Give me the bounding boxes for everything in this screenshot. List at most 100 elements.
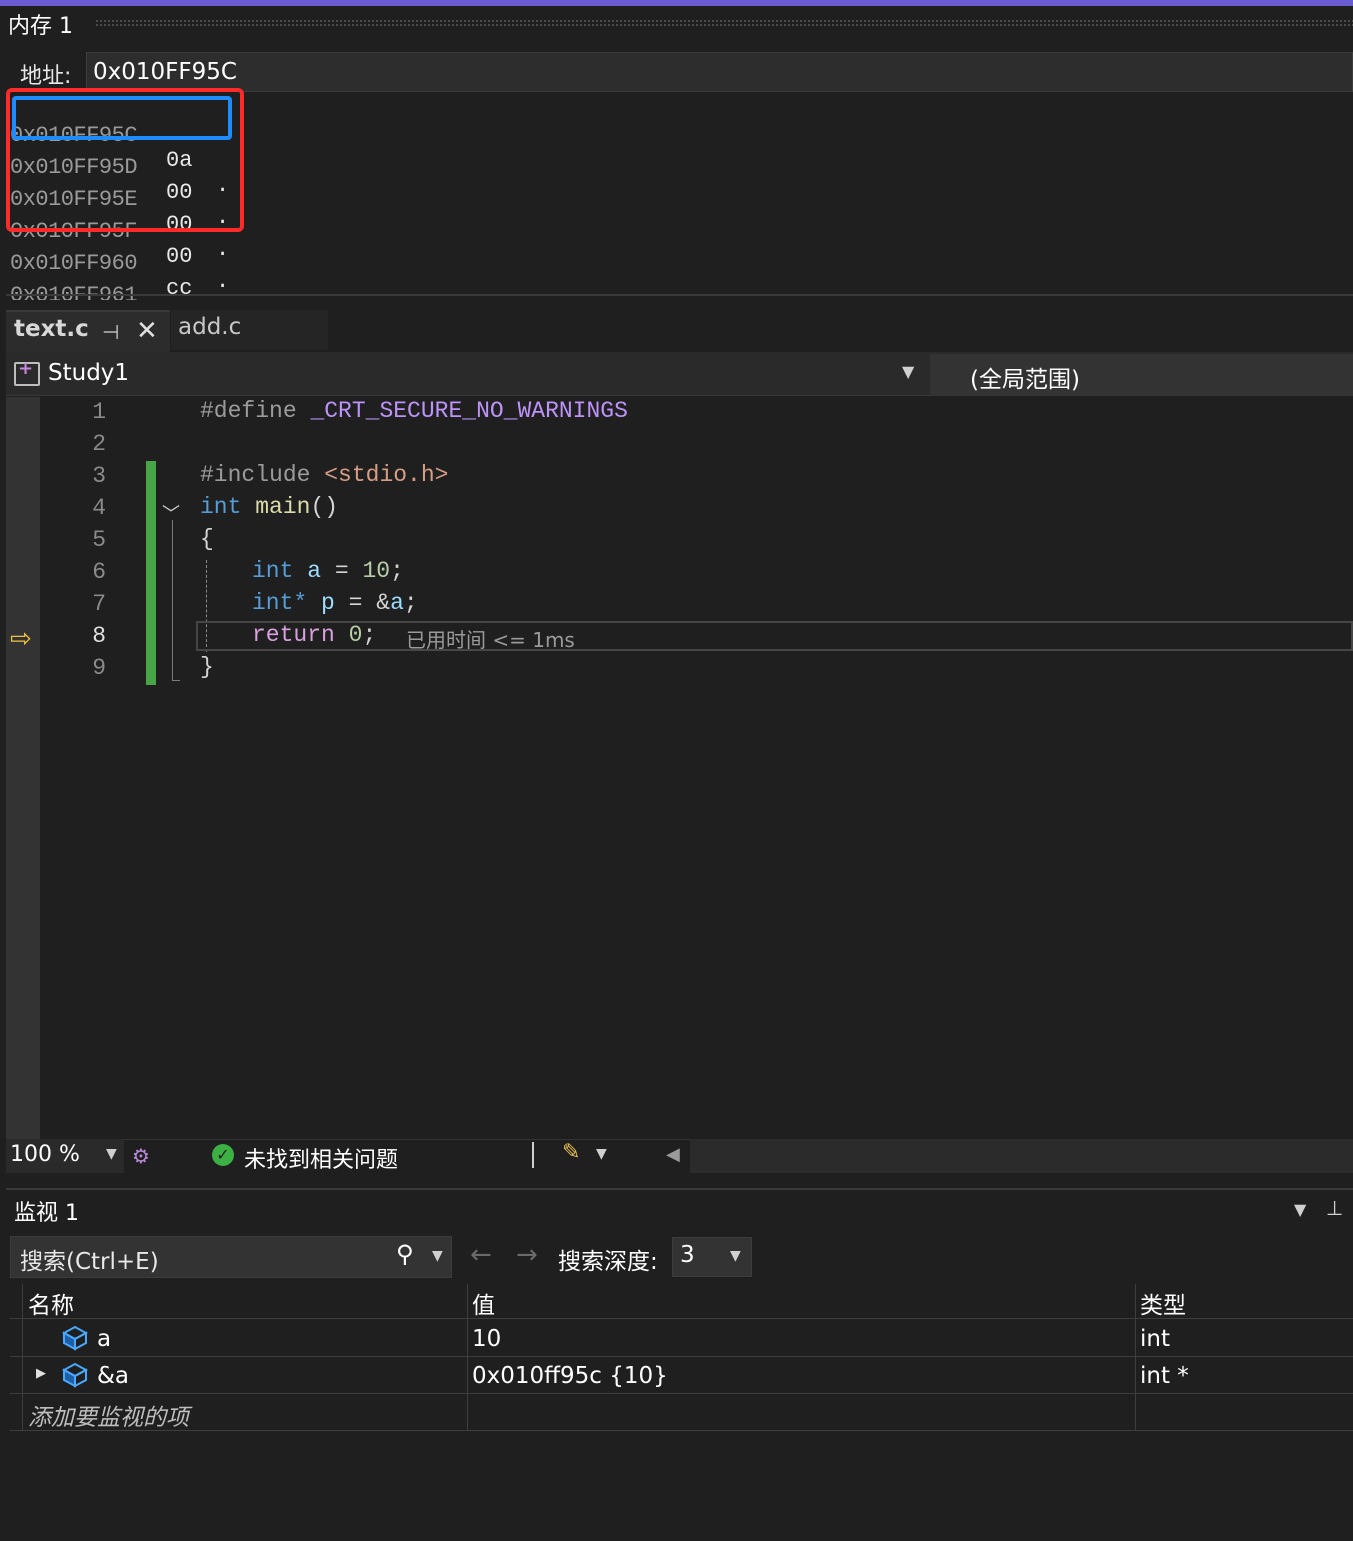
horizontal-scrollbar[interactable] xyxy=(690,1139,1353,1173)
add-watch-item[interactable]: 添加要监视的项 xyxy=(28,1398,189,1432)
fold-guide xyxy=(172,520,173,680)
operator: = xyxy=(321,558,363,584)
issues-status[interactable]: 未找到相关问题 xyxy=(244,1142,398,1174)
variable-cube-icon xyxy=(62,1325,88,1351)
grid-line xyxy=(10,1356,1353,1357)
variable: a xyxy=(307,558,322,584)
address-input[interactable] xyxy=(86,52,1353,92)
annotation-blue-box xyxy=(12,96,232,140)
line-number: 1 xyxy=(92,399,106,425)
copilot-icon[interactable]: ⚙ xyxy=(132,1144,150,1168)
expand-arrow-icon[interactable]: ▶ xyxy=(36,1366,46,1381)
column-header-value[interactable]: 值 xyxy=(472,1286,495,1320)
number: 10 xyxy=(362,558,391,584)
keyword: return xyxy=(252,622,335,648)
punctuation: ; xyxy=(362,622,377,648)
glyph-margin[interactable] xyxy=(6,397,40,1139)
chevron-down-icon[interactable]: ▼ xyxy=(596,1146,607,1162)
line-number: 6 xyxy=(92,559,106,585)
keyword: int xyxy=(252,558,294,584)
line-number: 9 xyxy=(92,655,106,681)
fold-guide-end xyxy=(172,680,180,681)
variable: p xyxy=(321,590,335,616)
watch-row-value[interactable]: 10 xyxy=(472,1326,501,1352)
pin-icon[interactable]: ⊣ xyxy=(102,320,119,344)
grid-line xyxy=(1135,1284,1136,1430)
zoom-level[interactable]: 100 % xyxy=(10,1142,80,1167)
column-header-name[interactable]: 名称 xyxy=(28,1286,74,1320)
grid-line xyxy=(10,1430,1353,1431)
line-number: 2 xyxy=(92,431,106,457)
keyword: int xyxy=(200,494,242,520)
column-header-type[interactable]: 类型 xyxy=(1140,1286,1186,1320)
back-arrow-icon[interactable]: ← xyxy=(470,1240,492,1270)
divider xyxy=(6,294,1353,296)
code-line-8[interactable]: return 0; xyxy=(252,622,376,648)
code-line-3[interactable]: #include <stdio.h> xyxy=(200,462,448,488)
preprocessor: #include xyxy=(200,462,311,488)
chevron-down-icon[interactable]: ▼ xyxy=(730,1248,741,1264)
punctuation: () xyxy=(310,494,339,520)
code-line-5[interactable]: { xyxy=(200,526,214,552)
operator: = & xyxy=(334,590,391,616)
chevron-down-icon[interactable]: ▼ xyxy=(1294,1200,1306,1219)
watch-window-title: 监视 1 xyxy=(14,1201,79,1226)
memory-window-title: 内存 1 xyxy=(8,14,73,39)
punctuation: { xyxy=(200,526,214,552)
watch-row-value[interactable]: 0x010ff95c {10} xyxy=(472,1363,668,1389)
variable: a xyxy=(390,590,404,616)
function-name: main xyxy=(255,494,311,520)
code-line-7[interactable]: int* p = &a; xyxy=(252,590,418,616)
search-depth-value[interactable]: 3 xyxy=(680,1242,695,1268)
include-path: <stdio.h> xyxy=(324,462,449,488)
grid-line xyxy=(10,1318,1353,1319)
preprocessor: #define xyxy=(200,398,297,424)
punctuation: ; xyxy=(403,590,418,616)
line-number: 7 xyxy=(92,591,106,617)
collapse-chevron-icon[interactable]: ﹀ xyxy=(162,500,180,526)
line-number: 8 xyxy=(92,623,106,649)
current-statement-arrow-icon[interactable]: ⇨ xyxy=(10,624,32,654)
watch-row-name[interactable]: a xyxy=(97,1326,111,1352)
tab-label[interactable]: add.c xyxy=(178,314,241,340)
line-number: 5 xyxy=(92,527,106,553)
watch-row-name[interactable]: &a xyxy=(97,1363,129,1389)
project-icon xyxy=(14,358,40,386)
memory-row[interactable]: 0x010FF961 cc ? xyxy=(10,258,270,358)
code-line-6[interactable]: int a = 10; xyxy=(252,558,404,584)
drag-grip[interactable] xyxy=(95,19,1353,27)
line-number: 3 xyxy=(92,463,106,489)
chevron-down-icon[interactable]: ▼ xyxy=(106,1146,117,1162)
chevron-down-icon[interactable]: ▼ xyxy=(432,1248,443,1264)
chevron-down-icon[interactable]: ▼ xyxy=(902,362,914,381)
address-label: 地址: xyxy=(20,64,72,89)
pin-icon[interactable]: ⊥ xyxy=(1326,1196,1343,1220)
close-icon[interactable]: ✕ xyxy=(136,316,158,346)
change-tracking-bar xyxy=(146,461,156,685)
search-icon[interactable]: ⚲ xyxy=(396,1240,414,1268)
watch-row-type: int xyxy=(1140,1326,1170,1352)
search-placeholder[interactable]: 搜索(Ctrl+E) xyxy=(20,1242,159,1276)
watch-row-type: int * xyxy=(1140,1363,1189,1389)
grid-line xyxy=(22,1284,23,1430)
code-line-4[interactable]: int main() xyxy=(200,494,338,520)
scroll-left-icon[interactable]: ◀ xyxy=(666,1144,680,1165)
grid-line xyxy=(10,1393,1353,1394)
tab-label[interactable]: text.c xyxy=(14,316,89,342)
grid-line xyxy=(467,1284,468,1430)
project-dropdown[interactable]: Study1 xyxy=(48,360,129,386)
number: 0 xyxy=(348,622,363,648)
perf-tip[interactable]: 已用时间 <= 1ms xyxy=(406,624,575,653)
check-circle-icon: ✓ xyxy=(212,1144,234,1166)
code-cleanup-icon[interactable]: ✎ xyxy=(562,1140,580,1165)
search-depth-label: 搜索深度: xyxy=(558,1249,658,1275)
punctuation: ; xyxy=(390,558,404,584)
memory-titlebar[interactable] xyxy=(6,6,1353,48)
punctuation: } xyxy=(200,654,214,680)
keyword: int* xyxy=(252,590,308,616)
line-number: 4 xyxy=(92,495,106,521)
scope-label[interactable]: (全局范围) xyxy=(970,360,1080,394)
code-line-1[interactable]: #define _CRT_SECURE_NO_WARNINGS xyxy=(200,398,628,424)
forward-arrow-icon[interactable]: → xyxy=(516,1240,538,1270)
code-line-9[interactable]: } xyxy=(200,654,214,680)
